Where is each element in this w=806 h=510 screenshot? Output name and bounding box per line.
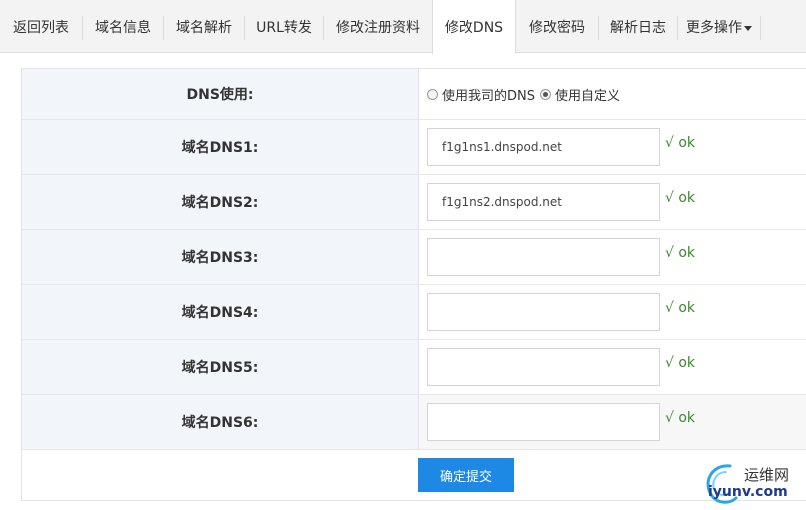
dns-usage-value: 使用我司的DNS 使用自定义: [419, 69, 806, 119]
dns6-status: √ ok: [665, 410, 696, 426]
dns1-label: 域名DNS1:: [22, 120, 419, 174]
tab-url-forward[interactable]: URL转发: [245, 0, 323, 53]
dns4-label: 域名DNS4:: [22, 285, 419, 339]
dns6-value: √ ok: [419, 395, 806, 449]
dns6-label: 域名DNS6:: [22, 395, 419, 449]
dns4-status: √ ok: [665, 300, 696, 316]
radio-use-our-dns-label[interactable]: 使用我司的DNS: [442, 85, 535, 104]
dns5-label: 域名DNS5:: [22, 340, 419, 394]
tab-modify-password[interactable]: 修改密码: [516, 0, 598, 53]
dns3-value: √ ok: [419, 230, 806, 284]
dns2-input[interactable]: [427, 183, 660, 221]
dns5-status: √ ok: [665, 355, 696, 371]
dns-usage-radio-group: 使用我司的DNS 使用自定义: [427, 69, 625, 119]
dns-usage-row: DNS使用: 使用我司的DNS 使用自定义: [22, 69, 806, 120]
tab-back-to-list[interactable]: 返回列表: [0, 0, 82, 53]
dns4-input[interactable]: [427, 293, 660, 331]
watermark-domain: iyunv.com: [708, 484, 788, 500]
radio-use-custom-label[interactable]: 使用自定义: [555, 85, 620, 104]
tab-modify-dns[interactable]: 修改DNS: [432, 0, 516, 54]
dns3-input[interactable]: [427, 238, 660, 276]
radio-use-our-dns[interactable]: [427, 88, 438, 100]
radio-use-custom[interactable]: [540, 88, 551, 100]
tab-more-actions[interactable]: 更多操作: [678, 0, 760, 53]
dns4-value: √ ok: [419, 285, 806, 339]
dns2-value: √ ok: [419, 175, 806, 229]
dns1-input[interactable]: [427, 128, 660, 166]
dns-row-1: 域名DNS1: √ ok: [22, 120, 806, 175]
dns-row-2: 域名DNS2: √ ok: [22, 175, 806, 230]
submit-button[interactable]: 确定提交: [418, 458, 514, 492]
dns-row-4: 域名DNS4: √ ok: [22, 285, 806, 340]
tab-domain-resolve[interactable]: 域名解析: [164, 0, 244, 53]
tab-modify-registration[interactable]: 修改注册资料: [324, 0, 432, 53]
dns3-label: 域名DNS3:: [22, 230, 419, 284]
tab-more-actions-label: 更多操作: [686, 20, 742, 36]
dns-row-5: 域名DNS5: √ ok: [22, 340, 806, 395]
dns-usage-label: DNS使用:: [22, 69, 419, 119]
tab-resolve-log[interactable]: 解析日志: [599, 0, 677, 53]
dns3-status: √ ok: [665, 245, 696, 261]
caret-down-icon: [744, 25, 752, 31]
dns2-status: √ ok: [665, 190, 696, 206]
tab-bar: 返回列表 域名信息 域名解析 URL转发 修改注册资料 修改DNS 修改密码 解…: [0, 0, 806, 54]
dns2-label: 域名DNS2:: [22, 175, 419, 229]
tab-domain-info[interactable]: 域名信息: [83, 0, 163, 53]
watermark-name: 运维网: [744, 466, 790, 484]
dns6-input[interactable]: [427, 403, 660, 441]
dns1-status: √ ok: [665, 135, 696, 151]
dns-row-3: 域名DNS3: √ ok: [22, 230, 806, 285]
watermark-logo: 运维网 iyunv.com: [700, 460, 806, 510]
tab-divider: [760, 16, 761, 40]
dns1-value: √ ok: [419, 120, 806, 174]
dns-form: DNS使用: 使用我司的DNS 使用自定义 域名DNS1: √ ok 域名DNS…: [21, 68, 806, 501]
dns5-input[interactable]: [427, 348, 660, 386]
dns-row-6: 域名DNS6: √ ok: [22, 395, 806, 450]
dns5-value: √ ok: [419, 340, 806, 394]
